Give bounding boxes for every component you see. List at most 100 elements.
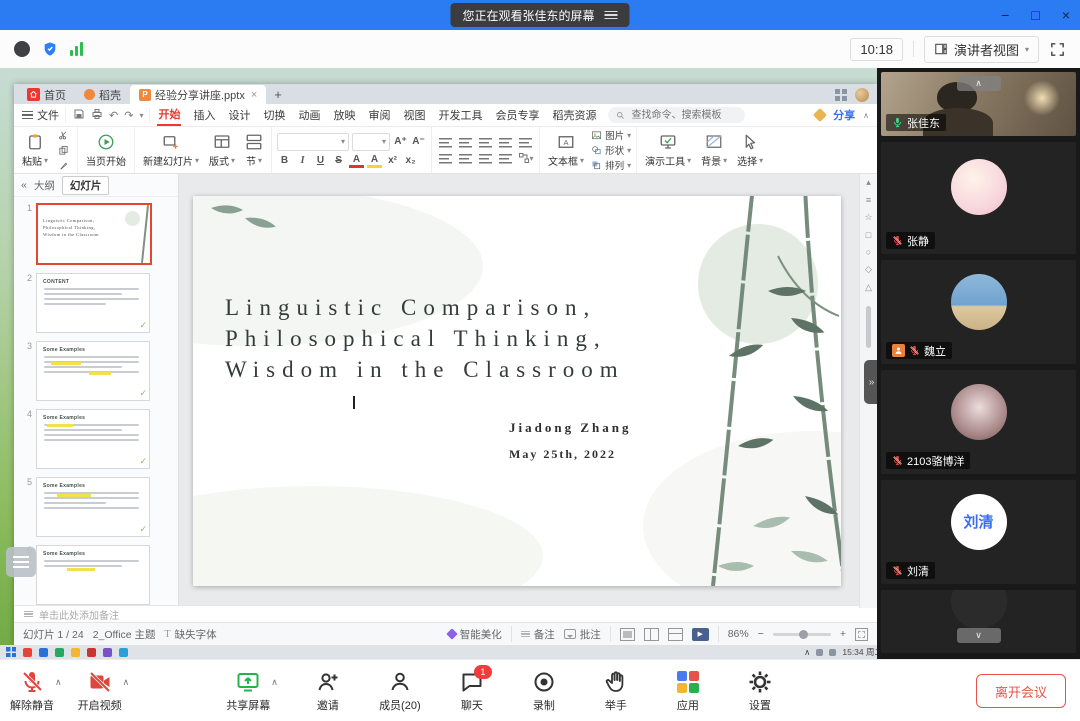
- missing-font-warning[interactable]: T 缺失字体: [165, 627, 217, 642]
- sidebar-tool-icon[interactable]: ○: [866, 247, 871, 257]
- beautify-button[interactable]: 智能美化: [448, 627, 502, 642]
- slide-thumbnail-1[interactable]: Linguistic Comparison,Philosophical Thin…: [36, 203, 152, 265]
- taskbar-app-icon[interactable]: [55, 648, 64, 657]
- background-button[interactable]: 背景▾: [698, 132, 730, 169]
- sidebar-tool-icon[interactable]: ◇: [865, 264, 872, 275]
- sidebar-tool-icon[interactable]: ≡: [866, 195, 871, 205]
- windows-start-icon[interactable]: [6, 647, 16, 657]
- menu-review[interactable]: 审阅: [367, 105, 391, 125]
- line-spacing-icon[interactable]: [517, 136, 534, 149]
- present-tools-button[interactable]: 演示工具▾: [642, 132, 694, 169]
- cut-button[interactable]: [55, 129, 72, 142]
- slide-thumbnail-6[interactable]: Some Examples: [36, 545, 150, 605]
- meeting-info-icon[interactable]: [14, 41, 30, 57]
- audio-options-caret[interactable]: ∧: [55, 677, 62, 688]
- scroll-participants-down-button[interactable]: ∨: [957, 628, 1001, 643]
- new-document-button[interactable]: +: [274, 88, 282, 101]
- start-video-button[interactable]: 开启视频: [78, 670, 122, 713]
- notes-toggle[interactable]: 备注: [521, 627, 555, 642]
- comments-toggle[interactable]: 批注: [564, 627, 601, 642]
- menu-slideshow[interactable]: 放映: [332, 105, 356, 125]
- sidebar-tool-icon[interactable]: □: [866, 230, 871, 240]
- slideshow-play-button[interactable]: ▶: [692, 628, 709, 641]
- slide-thumbnail-5[interactable]: Some Examples ✓: [36, 477, 150, 537]
- taskbar-app-icon[interactable]: [87, 648, 96, 657]
- taskbar-app-icon[interactable]: [39, 648, 48, 657]
- taskbar-app-icon[interactable]: [23, 648, 32, 657]
- bold-button[interactable]: B: [277, 154, 292, 167]
- chat-button[interactable]: 1 聊天: [450, 670, 494, 713]
- slide-thumbnail-4[interactable]: Some Examples ✓: [36, 409, 150, 469]
- menu-member[interactable]: 会员专享: [494, 105, 540, 125]
- fit-to-window-icon[interactable]: [855, 628, 868, 641]
- qat-caret[interactable]: ▾: [139, 111, 143, 120]
- play-from-current-button[interactable]: 当页开始: [83, 132, 129, 169]
- tray-icon[interactable]: [816, 649, 823, 656]
- subscript-button[interactable]: x₂: [403, 154, 418, 167]
- theme-name[interactable]: 2_Office 主题: [93, 627, 156, 642]
- select-button[interactable]: 选择▾: [734, 132, 766, 169]
- share-options-caret[interactable]: ∧: [271, 677, 278, 688]
- participant-tile[interactable]: 张静: [881, 142, 1076, 254]
- underline-button[interactable]: U: [313, 154, 328, 167]
- zoom-slider[interactable]: [773, 633, 831, 636]
- font-color-button[interactable]: A: [349, 154, 364, 168]
- format-painter-button[interactable]: [55, 159, 72, 172]
- align-right-icon[interactable]: [477, 152, 494, 165]
- notes-bar[interactable]: 单击此处添加备注: [14, 605, 877, 622]
- zoom-level[interactable]: 86%: [728, 628, 749, 640]
- participant-tile-speaker[interactable]: ∧ 张佳东: [881, 72, 1076, 136]
- wps-document-tab[interactable]: P 经验分享讲座.pptx ×: [130, 85, 266, 104]
- close-document-icon[interactable]: ×: [251, 89, 257, 101]
- apps-button[interactable]: 应用: [666, 670, 710, 713]
- unmute-button[interactable]: 解除静音: [10, 670, 54, 713]
- italic-button[interactable]: I: [295, 154, 310, 167]
- zoom-in-button[interactable]: +: [840, 628, 846, 640]
- grow-font-button[interactable]: A⁺: [393, 135, 408, 148]
- scrollbar-thumb[interactable]: [866, 306, 871, 348]
- taskbar-app-icon[interactable]: [119, 648, 128, 657]
- security-shield-icon[interactable]: [42, 41, 58, 57]
- tab-slides[interactable]: 幻灯片: [62, 176, 110, 195]
- increase-indent-icon[interactable]: [497, 136, 514, 149]
- share-button[interactable]: 分享: [833, 107, 855, 123]
- taskbar-app-icon[interactable]: [71, 648, 80, 657]
- watching-banner[interactable]: 您正在观看张佳东的屏幕: [450, 3, 629, 27]
- zoom-slider-thumb[interactable]: [799, 630, 808, 639]
- superscript-button[interactable]: x²: [385, 154, 400, 167]
- wps-home-tab[interactable]: 首页: [18, 85, 75, 104]
- menu-devtools[interactable]: 开发工具: [437, 105, 483, 125]
- align-center-icon[interactable]: [457, 152, 474, 165]
- maximize-button[interactable]: □: [1031, 7, 1039, 23]
- menu-animation[interactable]: 动画: [297, 105, 321, 125]
- user-avatar[interactable]: [855, 88, 869, 102]
- section-button[interactable]: 节▾: [242, 132, 266, 169]
- sidebar-tool-icon[interactable]: ☆: [864, 212, 872, 223]
- panel-collapse-icon[interactable]: «: [21, 179, 27, 191]
- wps-docer-tab[interactable]: 稻壳: [75, 85, 130, 104]
- slide-title[interactable]: Linguistic Comparison, Philosophical Thi…: [225, 292, 625, 385]
- record-button[interactable]: 录制: [522, 670, 566, 713]
- collapse-ribbon-caret[interactable]: ∧: [863, 111, 869, 120]
- settings-button[interactable]: 设置: [738, 670, 782, 713]
- shrink-font-button[interactable]: A⁻: [411, 135, 426, 148]
- invite-button[interactable]: 邀请: [306, 670, 350, 713]
- tray-icon[interactable]: [829, 649, 836, 656]
- view-normal-icon[interactable]: [620, 628, 635, 641]
- members-button[interactable]: 成员(20): [378, 670, 422, 713]
- arrange-button[interactable]: 排列▾: [591, 159, 631, 172]
- participant-tile[interactable]: 2103骆博洋: [881, 370, 1076, 474]
- copy-button[interactable]: [55, 144, 72, 157]
- print-icon[interactable]: [91, 108, 103, 123]
- close-button[interactable]: ×: [1062, 7, 1070, 23]
- slide-thumbnail-2[interactable]: CONTENT ✓: [36, 273, 150, 333]
- workspace-grid-icon[interactable]: [835, 89, 847, 101]
- participant-tile[interactable]: 魏立: [881, 260, 1076, 364]
- smartart-convert-icon[interactable]: ▾: [517, 152, 534, 165]
- menu-view[interactable]: 视图: [402, 105, 426, 125]
- member-gem-icon[interactable]: [813, 108, 827, 122]
- raise-hand-button[interactable]: 举手: [594, 670, 638, 713]
- participant-tile-partial[interactable]: ∨: [881, 590, 1076, 653]
- network-signal-icon[interactable]: [70, 42, 83, 56]
- menu-insert[interactable]: 插入: [192, 105, 216, 125]
